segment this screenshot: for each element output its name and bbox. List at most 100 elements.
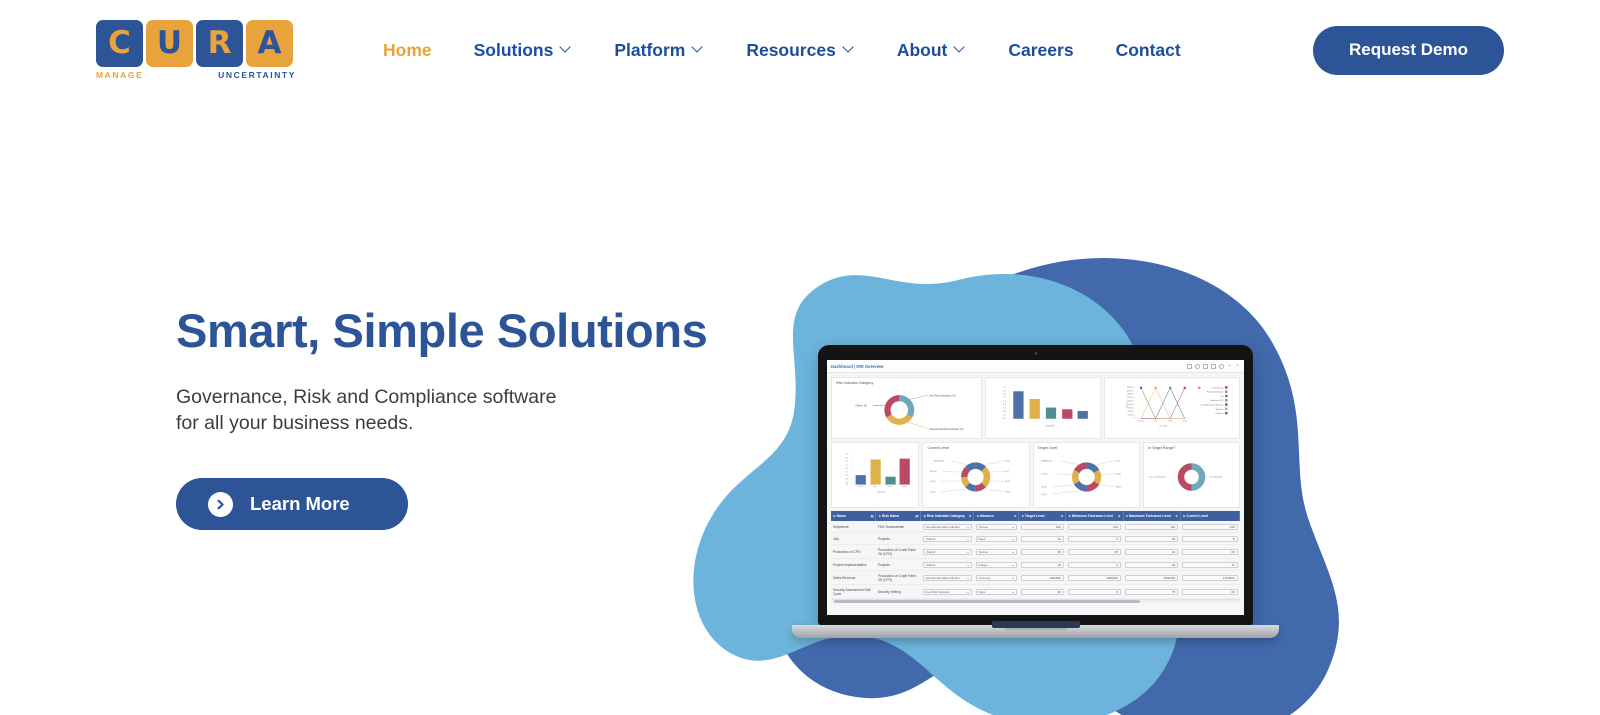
nav-item-about[interactable]: About: [876, 40, 988, 61]
cell-target[interactable]: 35: [1018, 544, 1066, 559]
cell-max-tol[interactable]: 44: [1123, 558, 1181, 571]
cell-measure[interactable]: Days: [973, 532, 1019, 545]
target-level-input[interactable]: 11: [1020, 535, 1064, 542]
cell-current[interactable]: 8: [1180, 532, 1240, 545]
min-tolerance-input[interactable]: 4: [1067, 561, 1122, 568]
request-demo-button[interactable]: Request Demo: [1312, 25, 1504, 75]
cell-measure[interactable]: Integer: [973, 558, 1019, 571]
cell-target[interactable]: 11: [1018, 532, 1066, 545]
measure-select[interactable]: Days: [975, 588, 1017, 595]
current-level-input[interactable]: 1700000: [1182, 574, 1238, 581]
target-level-input[interactable]: 1000000: [1020, 574, 1064, 581]
cell-target[interactable]: 100: [1018, 521, 1066, 533]
column-header-category[interactable]: ⇅ Risk Indicator Category ⇅: [920, 511, 975, 521]
measure-select[interactable]: Integer: [975, 561, 1017, 568]
nav-item-solutions[interactable]: Solutions: [453, 40, 594, 61]
min-tolerance-input[interactable]: 4: [1067, 535, 1122, 542]
min-tolerance-input[interactable]: 1500000: [1067, 574, 1122, 581]
cell-category[interactable]: Operational Risk Indicator: [920, 570, 974, 585]
current-level-input[interactable]: 140: [1182, 523, 1238, 530]
column-header-min-tolerance[interactable]: ⇅ Minimum Tolerance Level ⇅: [1065, 511, 1124, 521]
cell-name[interactable]: Security Assessment Half Cycle: [831, 584, 876, 599]
cell-target[interactable]: 30: [1018, 584, 1066, 599]
cell-name[interactable]: Sales Revenue: [831, 570, 876, 585]
cell-measure[interactable]: Currency: [973, 570, 1019, 585]
table-row[interactable]: Sales Revenue Production of Crude Palm O…: [831, 570, 1240, 585]
cell-category[interactable]: <blank>: [920, 544, 974, 559]
edit-icon[interactable]: [1203, 363, 1208, 369]
max-tolerance-input[interactable]: 75: [1125, 588, 1179, 595]
target-level-input[interactable]: 30: [1020, 588, 1064, 595]
nav-item-resources[interactable]: Resources: [725, 40, 876, 61]
cell-max-tol[interactable]: 18: [1123, 532, 1181, 545]
column-header-measure[interactable]: ⇅ Measure ⇅: [973, 511, 1020, 521]
cell-category[interactable]: Key Risk Indicator: [920, 584, 974, 599]
cell-min-tol[interactable]: 5: [1065, 584, 1124, 599]
max-tolerance-input[interactable]: 120: [1125, 523, 1179, 530]
cell-name[interactable]: July: [831, 532, 876, 545]
current-level-input[interactable]: 30: [1182, 588, 1238, 595]
learn-more-button[interactable]: Learn More: [176, 478, 408, 531]
add-icon[interactable]: +: [1227, 363, 1232, 369]
category-select[interactable]: <blank>: [922, 535, 972, 542]
measure-select[interactable]: Currency: [975, 574, 1017, 581]
category-select[interactable]: Operational Risk Indicator: [922, 523, 972, 530]
table-row[interactable]: Security Assessment Half Cycle Security …: [831, 584, 1240, 599]
table-row[interactable]: July Projects <blank> Days 11 4 18 8: [831, 532, 1240, 545]
nav-item-platform[interactable]: Platform: [593, 40, 725, 61]
cell-min-tol[interactable]: 4: [1065, 558, 1124, 571]
scrollbar-thumb[interactable]: [834, 600, 1141, 603]
current-level-input[interactable]: 11: [1182, 561, 1238, 568]
cell-current[interactable]: 36: [1180, 544, 1240, 559]
cell-max-tol[interactable]: 120: [1123, 521, 1181, 533]
target-level-input[interactable]: 100: [1020, 523, 1064, 530]
current-level-input[interactable]: 8: [1182, 535, 1238, 542]
close-icon[interactable]: ×: [1235, 363, 1240, 369]
category-select[interactable]: <blank>: [922, 561, 972, 568]
target-level-input[interactable]: 35: [1020, 548, 1064, 555]
cell-measure[interactable]: Tonnes: [973, 544, 1019, 559]
cell-name[interactable]: Project Implementation: [831, 558, 876, 571]
nav-item-home[interactable]: Home: [362, 40, 453, 61]
refresh-icon[interactable]: [1219, 363, 1224, 369]
category-select[interactable]: Operational Risk Indicator: [922, 574, 972, 581]
category-select[interactable]: <blank>: [922, 548, 972, 555]
copy-icon[interactable]: [1211, 363, 1216, 369]
nav-item-contact[interactable]: Contact: [1095, 40, 1202, 61]
horizontal-scrollbar[interactable]: [831, 599, 1240, 603]
min-tolerance-input[interactable]: 15: [1067, 548, 1122, 555]
cell-min-tol[interactable]: 15: [1065, 544, 1124, 559]
table-row[interactable]: Project Implementation Projects <blank> …: [831, 558, 1240, 571]
column-header-current-level[interactable]: ⇅ Current Level: [1180, 511, 1241, 521]
max-tolerance-input[interactable]: 44: [1125, 561, 1179, 568]
table-row[interactable]: Shipments FMV Downstream Operational Ris…: [831, 521, 1240, 533]
min-tolerance-input[interactable]: 5: [1067, 588, 1122, 595]
cell-current[interactable]: 30: [1180, 584, 1240, 599]
cell-measure[interactable]: Days: [973, 584, 1019, 599]
cell-min-tol[interactable]: 100: [1065, 521, 1124, 533]
settings-icon[interactable]: [1195, 363, 1200, 369]
cell-target[interactable]: 18: [1018, 558, 1066, 571]
category-select[interactable]: Key Risk Indicator: [922, 588, 972, 595]
cell-category[interactable]: Operational Risk Indicator: [920, 521, 974, 533]
cell-name[interactable]: Shipments: [831, 521, 876, 533]
target-level-input[interactable]: 18: [1020, 561, 1064, 568]
cell-max-tol[interactable]: 42: [1123, 544, 1181, 559]
cell-min-tol[interactable]: 1500000: [1065, 570, 1124, 585]
max-tolerance-input[interactable]: 3000000: [1125, 574, 1179, 581]
column-header-target-level[interactable]: ⇅ Target Level ⇅: [1018, 511, 1067, 521]
column-header-risk-name[interactable]: ⇅ Risk Name ▤: [875, 511, 922, 521]
measure-select[interactable]: Days: [975, 535, 1017, 542]
cell-min-tol[interactable]: 4: [1065, 532, 1124, 545]
cell-current[interactable]: 140: [1180, 521, 1240, 533]
measure-select[interactable]: Tonnes: [975, 523, 1017, 530]
cell-measure[interactable]: Tonnes: [973, 521, 1019, 533]
min-tolerance-input[interactable]: 100: [1067, 523, 1122, 530]
table-row[interactable]: Production of CPO Production of Crude Pa…: [831, 544, 1240, 559]
cell-max-tol[interactable]: 3000000: [1123, 570, 1181, 585]
cell-category[interactable]: <blank>: [920, 532, 974, 545]
cell-current[interactable]: 1700000: [1180, 570, 1240, 585]
cell-target[interactable]: 1000000: [1018, 570, 1066, 585]
current-level-input[interactable]: 36: [1182, 548, 1238, 555]
max-tolerance-input[interactable]: 42: [1125, 548, 1179, 555]
